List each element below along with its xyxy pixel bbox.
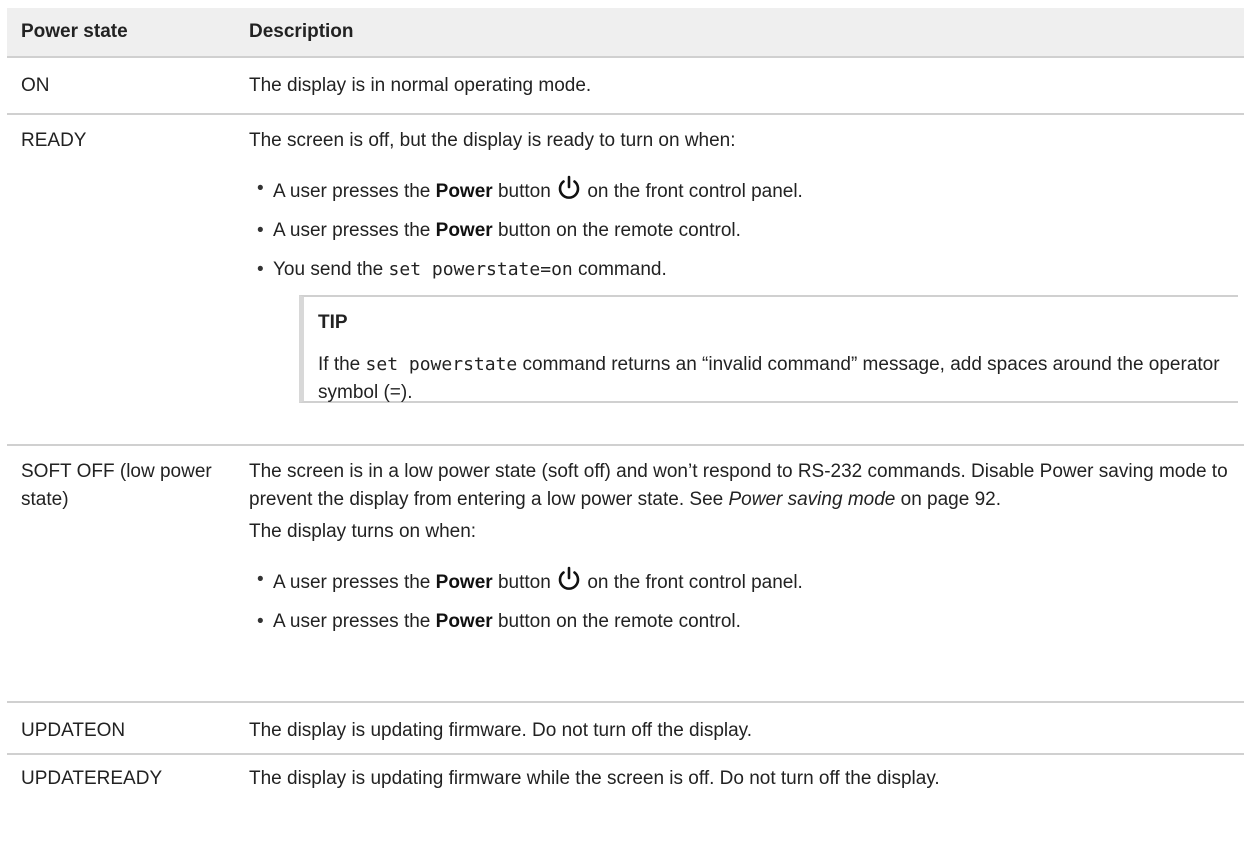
ready-bullet-list: A user presses the Power button on the f… <box>249 175 1238 284</box>
description-cell: The display is in normal operating mode. <box>249 75 592 96</box>
page-reference: Power saving mode <box>728 489 896 510</box>
power-state-table: Power state Description ON The display i… <box>7 8 1244 805</box>
state-cell: ON <box>21 75 50 96</box>
soft-off-para2: The display turns on when: <box>249 521 477 542</box>
header-power-state: Power state <box>21 21 128 42</box>
tip-title: TIP <box>318 312 348 333</box>
header-description: Description <box>249 21 354 42</box>
soft-off-para1: The screen is in a low power state (soft… <box>249 461 1228 510</box>
power-icon <box>558 566 580 590</box>
soft-off-bullet-list: A user presses the Power button on the f… <box>249 566 1238 636</box>
state-cell: UPDATEREADY <box>21 768 163 789</box>
description-cell: The screen is in a low power state (soft… <box>249 446 1244 701</box>
list-item: A user presses the Power button on the r… <box>249 608 1238 636</box>
table-row-ready: READY The screen is off, but the display… <box>7 115 1244 446</box>
tip-box: TIP If the set powerstate command return… <box>299 295 1238 403</box>
description-cell: The screen is off, but the display is re… <box>249 115 1244 444</box>
description-cell: The display is updating firmware. Do not… <box>249 720 753 741</box>
tip-body: If the set powerstate command returns an… <box>318 354 1220 403</box>
table-row-on: ON The display is in normal operating mo… <box>7 58 1244 115</box>
power-icon <box>558 175 580 199</box>
list-item: A user presses the Power button on the f… <box>249 175 1238 206</box>
table-row-updateon: UPDATEON The display is updating firmwar… <box>7 703 1244 755</box>
table-header-row: Power state Description <box>7 8 1244 58</box>
table-row-soft-off: SOFT OFF (low power state) The screen is… <box>7 446 1244 703</box>
description-cell: The display is updating firmware while t… <box>249 768 940 789</box>
state-cell: READY <box>21 130 87 151</box>
list-item: A user presses the Power button on the r… <box>249 217 1238 245</box>
ready-intro: The screen is off, but the display is re… <box>249 130 736 151</box>
state-cell: SOFT OFF (low power state) <box>21 461 212 510</box>
list-item: A user presses the Power button on the f… <box>249 566 1238 597</box>
table-row-updateready: UPDATEREADY The display is updating firm… <box>7 755 1244 805</box>
list-item: You send the set powerstate=on command. <box>249 256 1238 284</box>
state-cell: UPDATEON <box>21 720 126 741</box>
